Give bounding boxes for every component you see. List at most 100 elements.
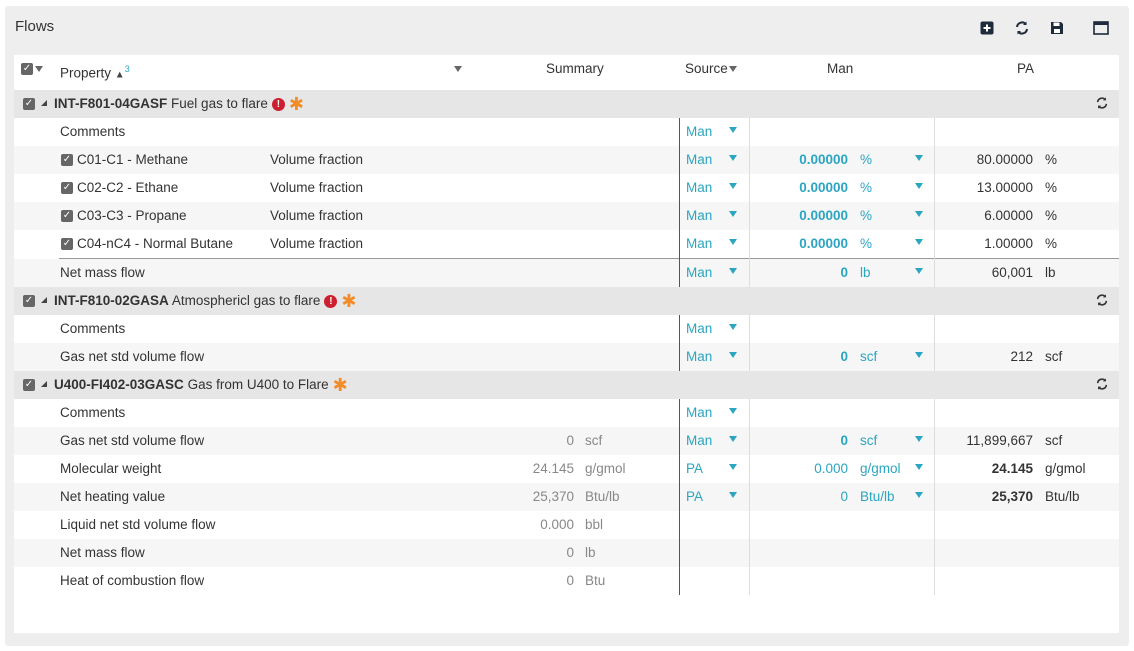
man-unit[interactable]: % (860, 174, 872, 202)
unit-dropdown-icon[interactable] (915, 183, 923, 189)
source-dropdown-icon[interactable] (729, 239, 737, 245)
man-unit[interactable]: scf (860, 343, 877, 371)
source-column-header[interactable]: Source (685, 55, 728, 83)
unit-dropdown-icon[interactable] (915, 436, 923, 442)
property-filter-icon[interactable] (454, 66, 462, 72)
man-divider (749, 315, 750, 371)
table-row: Net mass flow 0 lb (14, 539, 1119, 567)
summary-column-header[interactable]: Summary (546, 55, 604, 83)
source-dropdown-icon[interactable] (729, 268, 737, 274)
group-checkbox[interactable]: ✓ (23, 379, 35, 391)
source-dropdown-icon[interactable] (729, 127, 737, 133)
group-row[interactable]: ✓ INT-F801-04GASF Fuel gas to flare! ✱ (14, 90, 1119, 118)
source-dropdown-icon[interactable] (729, 492, 737, 498)
component-checkbox[interactable]: ✓ (61, 182, 73, 194)
man-value[interactable]: 0 (754, 343, 848, 371)
unit-dropdown-icon[interactable] (915, 268, 923, 274)
add-icon[interactable] (977, 19, 997, 37)
source-dropdown-icon[interactable] (729, 211, 737, 217)
component-checkbox[interactable]: ✓ (61, 154, 73, 166)
man-value[interactable]: 0 (754, 259, 848, 287)
man-unit[interactable]: % (860, 202, 872, 230)
group-checkbox[interactable]: ✓ (23, 98, 35, 110)
unit-dropdown-icon[interactable] (915, 239, 923, 245)
man-column-header[interactable]: Man (827, 55, 853, 83)
source-select[interactable]: PA (686, 483, 703, 511)
man-value[interactable]: 0.00000 (754, 202, 848, 230)
man-value[interactable]: 0.00000 (754, 174, 848, 202)
unit-dropdown-icon[interactable] (915, 492, 923, 498)
component-checkbox[interactable]: ✓ (61, 238, 73, 250)
man-unit[interactable]: % (860, 146, 872, 174)
pa-unit: % (1045, 180, 1058, 195)
source-dropdown-icon[interactable] (729, 408, 737, 414)
row-property: Volume fraction (270, 236, 364, 251)
source-dropdown-icon[interactable] (729, 352, 737, 358)
man-value[interactable]: 0 (754, 427, 848, 455)
man-unit[interactable]: % (860, 230, 872, 258)
man-unit[interactable]: g/gmol (860, 455, 901, 483)
man-value[interactable]: 0.00000 (754, 230, 848, 258)
source-select[interactable]: Man (686, 259, 712, 287)
man-divider (749, 118, 750, 287)
select-all-checkbox[interactable]: ✓ (21, 63, 33, 75)
save-icon[interactable] (1047, 19, 1067, 37)
collapse-icon[interactable] (41, 381, 47, 387)
collapse-icon[interactable] (41, 100, 47, 106)
window-icon[interactable] (1091, 19, 1111, 37)
unit-dropdown-icon[interactable] (915, 352, 923, 358)
man-unit[interactable]: scf (860, 427, 877, 455)
source-dropdown-icon[interactable] (729, 183, 737, 189)
pa-unit: scf (1045, 349, 1063, 364)
refresh-icon[interactable] (1012, 19, 1032, 37)
unit-dropdown-icon[interactable] (915, 155, 923, 161)
group-checkbox[interactable]: ✓ (23, 295, 35, 307)
pa-value: 212 (1010, 349, 1033, 364)
man-value[interactable]: 0.00000 (754, 146, 848, 174)
flows-table: ✓ Property ▲3 Summary Source Man PA ✓ IN… (14, 55, 1119, 633)
source-filter-icon[interactable] (729, 66, 737, 72)
group-row[interactable]: ✓ INT-F810-02GASA Atmosphericl gas to fl… (14, 287, 1119, 315)
component-checkbox[interactable]: ✓ (61, 210, 73, 222)
summary-unit: bbl (585, 517, 604, 532)
row-label: Molecular weight (60, 461, 162, 476)
property-column-header[interactable]: Property ▲3 (60, 55, 130, 83)
collapse-icon[interactable] (41, 297, 47, 303)
unit-dropdown-icon[interactable] (915, 464, 923, 470)
source-select[interactable]: Man (686, 202, 712, 230)
source-select[interactable]: Man (686, 343, 712, 371)
source-select[interactable]: Man (686, 146, 712, 174)
source-dropdown-icon[interactable] (729, 464, 737, 470)
row-property: Volume fraction (270, 208, 364, 223)
source-select[interactable]: Man (686, 230, 712, 258)
unit-dropdown-icon[interactable] (915, 211, 923, 217)
group-row[interactable]: ✓ U400-FI402-03GASC Gas from U400 to Fla… (14, 371, 1119, 399)
pa-column-header[interactable]: PA (1017, 55, 1034, 83)
summary-value: 24.145 (532, 461, 574, 476)
source-select[interactable]: Man (686, 427, 712, 455)
man-value[interactable]: 0.000 (754, 455, 848, 483)
source-dropdown-icon[interactable] (729, 155, 737, 161)
source-dropdown-icon[interactable] (729, 436, 737, 442)
table-row: Net heating value 25,370 Btu/lb PA 0 Btu/lb 25… (14, 483, 1119, 511)
pa-divider (934, 315, 935, 371)
refresh-icon[interactable] (1095, 377, 1109, 391)
source-dropdown-icon[interactable] (729, 324, 737, 330)
source-select[interactable]: PA (686, 455, 703, 483)
row-label: Heat of combustion flow (60, 573, 205, 588)
refresh-icon[interactable] (1095, 96, 1109, 110)
asterisk-icon: ✱ (332, 375, 348, 396)
source-select[interactable]: Man (686, 399, 712, 427)
man-divider (749, 399, 750, 595)
refresh-icon[interactable] (1095, 293, 1109, 307)
row-label: Comments (60, 405, 126, 420)
man-unit[interactable]: lb (860, 259, 871, 287)
man-unit[interactable]: Btu/lb (860, 483, 895, 511)
man-value[interactable]: 0 (754, 483, 848, 511)
error-icon: ! (271, 97, 285, 111)
summary-unit: Btu (585, 573, 606, 588)
source-select[interactable]: Man (686, 315, 712, 343)
source-select[interactable]: Man (686, 118, 712, 146)
source-select[interactable]: Man (686, 174, 712, 202)
filter-icon[interactable] (35, 66, 43, 72)
